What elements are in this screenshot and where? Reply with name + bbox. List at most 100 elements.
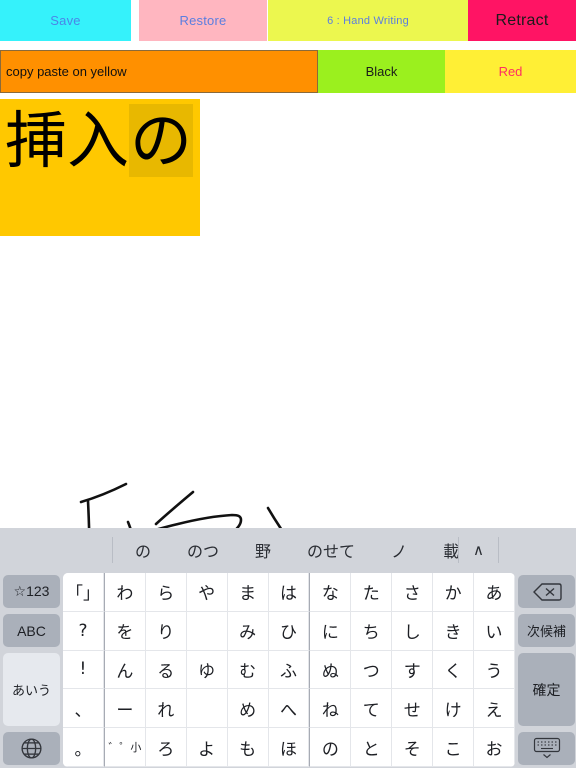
kana-key[interactable]: と bbox=[351, 728, 393, 767]
hand-writing-mode-label: 6 : Hand Writing bbox=[327, 14, 409, 27]
kana-key[interactable]: り bbox=[145, 611, 187, 651]
kana-key[interactable]: ち bbox=[351, 611, 393, 651]
kana-key[interactable]: ー bbox=[103, 689, 146, 729]
kana-key[interactable]: せ bbox=[392, 689, 434, 729]
globe-icon bbox=[19, 736, 44, 761]
kana-key[interactable]: ぬ bbox=[309, 650, 352, 690]
kana-key[interactable]: ん bbox=[103, 650, 146, 690]
kana-key[interactable]: ら bbox=[145, 573, 187, 612]
kana-key[interactable]: け bbox=[433, 689, 475, 729]
keyboard-body: ☆123 ABC あいう 「」 わ ら や ま は な た さ か あ ? を … bbox=[0, 572, 576, 768]
color-red-label: Red bbox=[498, 64, 523, 79]
hide-keyboard-icon bbox=[532, 736, 562, 760]
kana-key[interactable]: き bbox=[433, 611, 475, 651]
handwriting-strokes bbox=[79, 482, 283, 528]
keyboard: の のつ 野 のせて ノ 載せ ∧ ☆123 ABC あいう bbox=[0, 528, 576, 768]
retract-button[interactable]: Retract bbox=[468, 0, 576, 41]
kana-key[interactable]: お bbox=[474, 728, 515, 767]
copy-paste-input[interactable]: copy paste on yellow bbox=[0, 50, 318, 93]
kana-key[interactable]: て bbox=[351, 689, 393, 729]
kana-row-4: 。 ゛゜小 ろ よ も ほ の と そ こ お bbox=[63, 728, 515, 767]
color-black-label: Black bbox=[365, 64, 398, 79]
key-kana-mode-label: あいう bbox=[11, 683, 51, 699]
kana-key[interactable]: か bbox=[433, 573, 475, 612]
kana-key[interactable]: さ bbox=[392, 573, 434, 612]
key-hide-keyboard[interactable] bbox=[518, 731, 575, 766]
kana-key[interactable]: を bbox=[103, 611, 146, 651]
key-symbols[interactable]: ☆123 bbox=[3, 575, 60, 609]
kana-key[interactable]: ふ bbox=[268, 650, 310, 690]
text-output-plain: 挿入 bbox=[5, 104, 130, 177]
kana-key[interactable]: よ bbox=[186, 728, 228, 767]
kana-key[interactable]: え bbox=[474, 689, 515, 729]
candidate-item-4[interactable]: ノ bbox=[373, 538, 425, 562]
kana-key[interactable]: る bbox=[145, 650, 187, 690]
kana-key[interactable]: む bbox=[227, 650, 269, 690]
kana-row-2: ! ん る ゆ む ふ ぬ つ す く う bbox=[63, 650, 515, 690]
top-toolbar: Save Restore 6 : Hand Writing Retract bbox=[0, 0, 576, 41]
kana-key[interactable]: 「」 bbox=[63, 573, 104, 612]
kana-key[interactable]: は bbox=[268, 573, 310, 612]
kana-key[interactable]: わ bbox=[103, 573, 146, 612]
kana-key[interactable]: め bbox=[227, 689, 269, 729]
kana-key[interactable]: み bbox=[227, 611, 269, 651]
kana-key[interactable]: へ bbox=[268, 689, 310, 729]
kana-key[interactable]: も bbox=[227, 728, 269, 767]
color-black-button[interactable]: Black bbox=[318, 50, 445, 93]
kana-key[interactable]: い bbox=[474, 611, 515, 651]
candidate-item-2[interactable]: 野 bbox=[237, 538, 289, 562]
kana-key[interactable]: し bbox=[392, 611, 434, 651]
kana-key-dakuten[interactable]: ゛゜小 bbox=[103, 728, 146, 767]
kana-key[interactable]: す bbox=[392, 650, 434, 690]
key-confirm-label: 確定 bbox=[532, 681, 561, 698]
kana-key[interactable]: つ bbox=[351, 650, 393, 690]
kana-key-empty[interactable] bbox=[186, 611, 228, 651]
kana-key[interactable]: ひ bbox=[268, 611, 310, 651]
kana-key[interactable]: れ bbox=[145, 689, 187, 729]
kana-key[interactable]: ! bbox=[63, 650, 104, 690]
key-abc-label: ABC bbox=[17, 622, 46, 639]
handwriting-canvas[interactable] bbox=[0, 236, 576, 528]
color-red-button[interactable]: Red bbox=[445, 50, 576, 93]
candidate-item-0[interactable]: の bbox=[113, 538, 169, 562]
kana-key[interactable]: ま bbox=[227, 573, 269, 612]
text-output-marked: の bbox=[129, 104, 194, 177]
save-button[interactable]: Save bbox=[0, 0, 131, 41]
retract-button-label: Retract bbox=[495, 11, 549, 29]
kana-key[interactable]: 、 bbox=[63, 689, 104, 729]
kana-key[interactable]: 。 bbox=[63, 728, 104, 767]
save-button-label: Save bbox=[50, 13, 81, 28]
kana-key[interactable]: こ bbox=[433, 728, 475, 767]
keyboard-right-column: 次候補 確定 bbox=[515, 572, 576, 768]
kana-key[interactable]: ろ bbox=[145, 728, 187, 767]
hand-writing-mode-button[interactable]: 6 : Hand Writing bbox=[268, 0, 468, 41]
kana-key[interactable]: あ bbox=[474, 573, 515, 612]
key-globe[interactable] bbox=[3, 731, 60, 766]
text-output-area[interactable]: 挿入の bbox=[0, 99, 200, 236]
kana-key[interactable]: の bbox=[309, 728, 352, 767]
key-next-candidate[interactable]: 次候補 bbox=[518, 614, 575, 648]
kana-key[interactable]: に bbox=[309, 611, 352, 651]
key-confirm[interactable]: 確定 bbox=[518, 653, 575, 726]
restore-button-label: Restore bbox=[179, 13, 227, 28]
kana-key-empty[interactable] bbox=[186, 689, 228, 729]
kana-key[interactable]: た bbox=[351, 573, 393, 612]
candidate-item-5[interactable]: 載せ bbox=[425, 538, 458, 562]
candidate-item-1[interactable]: のつ bbox=[169, 538, 237, 562]
kana-key[interactable]: な bbox=[309, 573, 352, 612]
candidate-expand-icon[interactable]: ∧ bbox=[459, 541, 498, 559]
key-abc[interactable]: ABC bbox=[3, 614, 60, 648]
kana-key[interactable]: そ bbox=[392, 728, 434, 767]
key-backspace[interactable] bbox=[518, 575, 575, 609]
backspace-icon bbox=[532, 581, 562, 603]
kana-key[interactable]: ね bbox=[309, 689, 352, 729]
kana-key[interactable]: ほ bbox=[268, 728, 310, 767]
key-kana-mode[interactable]: あいう bbox=[3, 653, 60, 726]
kana-key[interactable]: や bbox=[186, 573, 228, 612]
kana-key[interactable]: く bbox=[433, 650, 475, 690]
candidate-item-3[interactable]: のせて bbox=[289, 538, 373, 562]
restore-button[interactable]: Restore bbox=[139, 0, 267, 41]
kana-key[interactable]: ゆ bbox=[186, 650, 228, 690]
kana-key[interactable]: う bbox=[474, 650, 515, 690]
kana-key[interactable]: ? bbox=[63, 611, 104, 651]
